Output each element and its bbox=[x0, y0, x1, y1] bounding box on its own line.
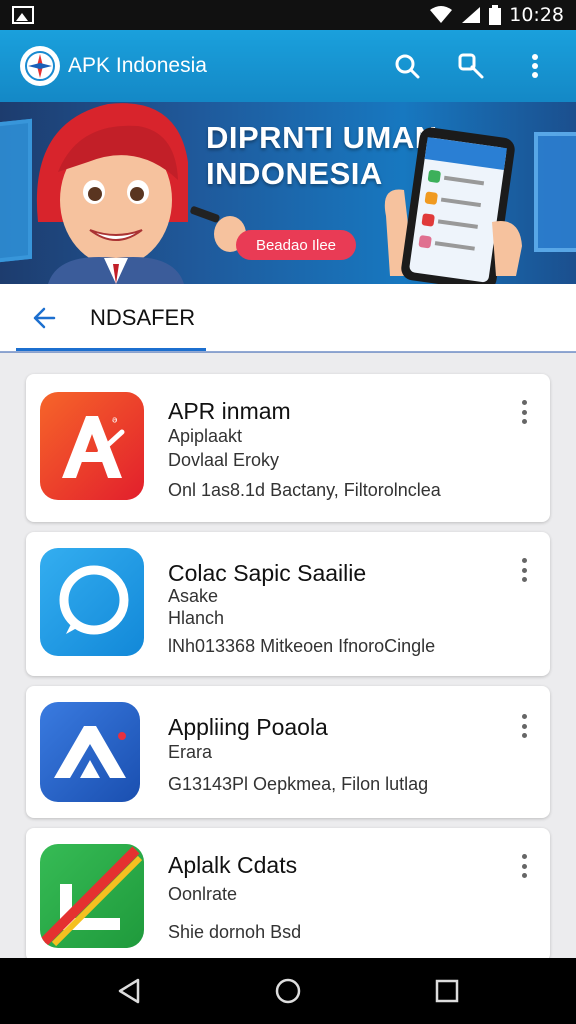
app-title: APK Indonesia bbox=[68, 54, 207, 77]
app-description: G13143Pl Oepkmea, Filon lutlag bbox=[168, 774, 429, 794]
status-time: 10:28 bbox=[509, 4, 564, 26]
app-list-item[interactable]: ᵊ APR inmam Apiplaakt Dovlaal Eroky Onl … bbox=[26, 374, 550, 522]
app-developer: Apiplaakt bbox=[168, 426, 243, 446]
image-icon bbox=[12, 6, 34, 24]
divider bbox=[0, 351, 576, 353]
app-description: lNh013368 Mitkeoen IfnoroCingle bbox=[168, 636, 436, 656]
status-bar: 10:28 bbox=[0, 0, 576, 30]
app-title: Colac Sapic Saailie bbox=[168, 560, 367, 586]
app-category: Hlanch bbox=[168, 608, 225, 628]
recent-apps-icon[interactable] bbox=[427, 971, 467, 1011]
system-nav-bar bbox=[0, 958, 576, 1024]
banner-screen-decoration bbox=[534, 132, 576, 252]
app-icon bbox=[40, 548, 144, 656]
svg-text:ᵊ: ᵊ bbox=[112, 413, 117, 429]
signal-icon bbox=[462, 7, 481, 23]
app-bar: APK Indonesia bbox=[0, 30, 576, 102]
app-title: Appliing Poaola bbox=[168, 714, 328, 740]
app-category: Dovlaal Eroky bbox=[168, 450, 280, 470]
more-vertical-icon[interactable] bbox=[520, 714, 528, 738]
more-vertical-icon[interactable] bbox=[520, 400, 528, 424]
app-title: Aplalk Cdats bbox=[168, 852, 298, 878]
app-description: Onl 1as8.1d Bactany, Filtorolnclea bbox=[168, 480, 441, 500]
banner-cta-button[interactable]: Beadao Ilee bbox=[236, 230, 356, 260]
search-icon[interactable] bbox=[392, 51, 422, 81]
promo-banner[interactable]: DIPRNTI UMAN INDONESIA Beadao Ilee bbox=[0, 102, 576, 284]
sub-header-title: NDSAFER bbox=[90, 305, 196, 330]
app-developer: Oonlrate bbox=[168, 884, 238, 904]
wifi-icon bbox=[430, 6, 453, 23]
banner-phone-illustration bbox=[384, 127, 522, 284]
app-description: Shie dornoh Bsd bbox=[168, 922, 302, 942]
battery-icon bbox=[489, 5, 502, 25]
app-list-item[interactable]: Aplalk Cdats Oonlrate Shie dornoh Bsd bbox=[26, 828, 550, 962]
more-vertical-icon[interactable] bbox=[520, 854, 528, 878]
more-vertical-icon[interactable] bbox=[520, 558, 528, 582]
more-vertical-icon[interactable] bbox=[520, 51, 550, 81]
app-developer: Erara bbox=[168, 742, 213, 762]
back-icon[interactable] bbox=[109, 971, 149, 1011]
sub-header: NDSAFER bbox=[0, 284, 576, 352]
app-developer: Asake bbox=[168, 586, 219, 606]
app-icon bbox=[40, 702, 140, 802]
app-icon: ᵊ bbox=[40, 392, 144, 500]
app-title: APR inmam bbox=[168, 398, 291, 424]
app-icon bbox=[40, 844, 144, 948]
app-list-item[interactable]: Colac Sapic Saailie Asake Hlanch lNh0133… bbox=[26, 532, 550, 676]
search-settings-icon[interactable] bbox=[456, 51, 486, 81]
home-icon[interactable] bbox=[268, 971, 308, 1011]
app-logo-icon bbox=[20, 46, 60, 86]
back-arrow-icon[interactable] bbox=[32, 307, 56, 329]
app-list-item[interactable]: Appliing Poaola Erara G13143Pl Oepkmea, … bbox=[26, 686, 550, 818]
